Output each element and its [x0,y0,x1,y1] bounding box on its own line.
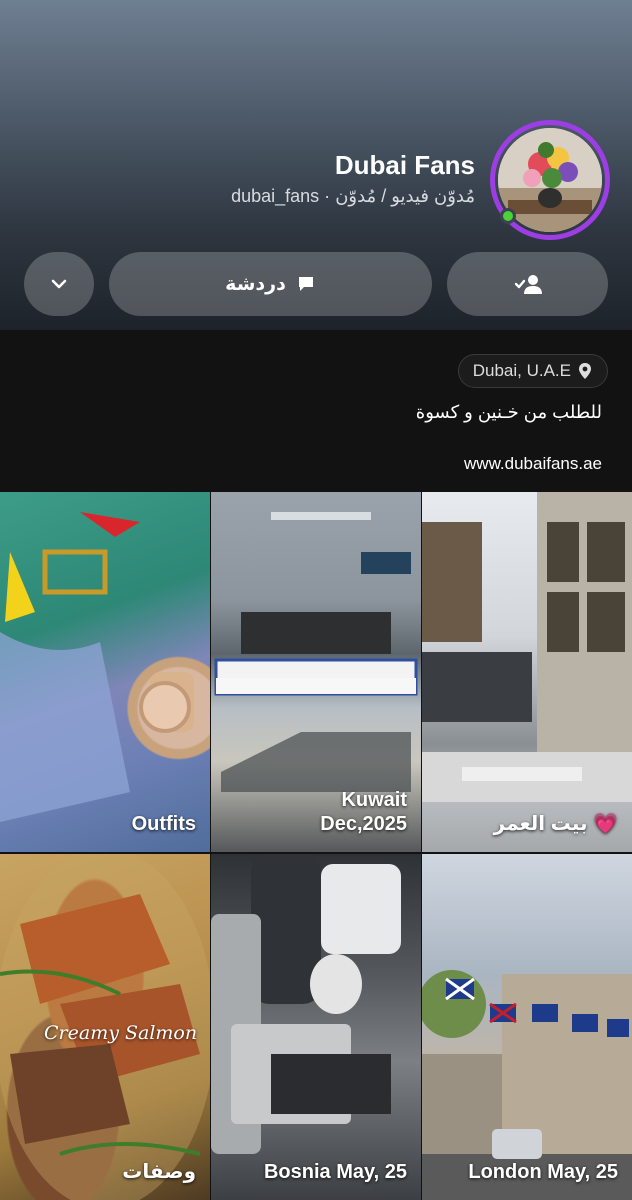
chat-bubble-icon [298,277,313,291]
highlight-caption: بيت العمر 💗 [493,813,618,835]
highlight-caption: وصفات [122,1161,196,1183]
london-street-image [422,970,632,1200]
highlight-tile-kuwait[interactable]: Kuwait Dec,2025 [211,492,421,852]
chat-button-label: دردشة [225,273,286,295]
online-status-dot [500,208,516,224]
profile-info: Dubai, U.A.E للطلب من خـنين و كسوة www.d… [0,330,632,492]
caption-line: Kuwait [341,789,407,811]
chat-button[interactable]: دردشة [109,252,432,316]
caption-line: Dec,2025 [320,813,407,835]
friend-added-icon [514,275,542,294]
highlight-caption: Bosnia May, 25 [263,1161,407,1183]
highlight-caption: Outfits [131,813,196,835]
highlights-grid: Outfits Kuwait Dec,2025 بيت العمر 💗 Crea… [0,492,632,1200]
house-exterior-image [422,492,632,802]
highlight-tile-recipes[interactable]: Creamy Salmon وصفات [0,854,210,1200]
more-options-button[interactable] [24,252,94,316]
profile-header: Dubai Fans dubai_fans · مُدوّن فيديو / م… [0,0,632,330]
website-link[interactable]: www.dubaifans.ae [464,454,602,474]
location-text: Dubai, U.A.E [472,361,571,380]
overlay-text: Creamy Salmon [44,1022,198,1044]
location-chip[interactable]: Dubai, U.A.E [457,354,608,388]
profile-subtitle: dubai_fans · مُدوّن فيديو / مُدوّن [231,186,475,206]
profile-name: Dubai Fans [334,150,475,180]
friend-status-button[interactable] [447,252,608,316]
highlight-tile-outfits[interactable]: Outfits [0,492,210,852]
highlight-tile-london[interactable]: London May, 25 [422,854,632,1200]
train-cabin-image [211,854,401,1154]
highlight-tile-bosnia[interactable]: Bosnia May, 25 [211,854,421,1200]
bio-text: للطلب من خـنين و كسوة [415,402,602,422]
location-pin-icon [579,363,591,379]
outfits-image [0,512,194,822]
highlight-caption: London May, 25 [468,1161,618,1183]
chevron-down-icon [51,279,67,289]
highlight-caption: Kuwait Dec,2025 [320,788,407,836]
highlight-tile-house[interactable]: بيت العمر 💗 [422,492,632,852]
